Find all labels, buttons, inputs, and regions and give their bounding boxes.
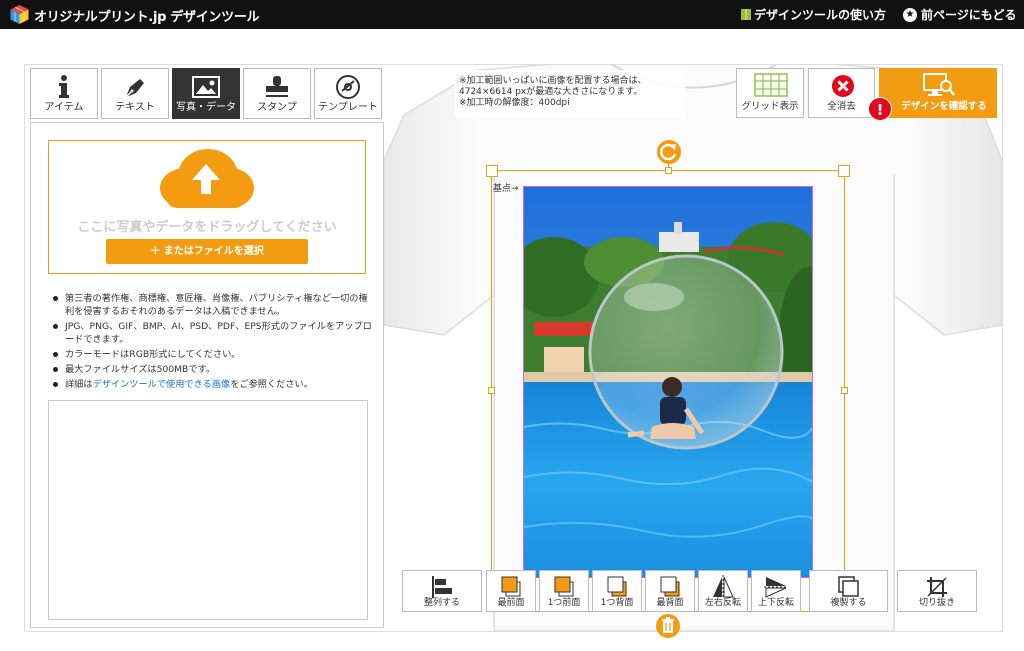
grid-icon	[754, 73, 788, 97]
upload-notes: 第三者の著作権、商標権、意匠権、肖像権、パブリシティ権など一切の権利を侵害するお…	[52, 292, 372, 393]
howto-label: デザインツールの使い方	[754, 8, 887, 22]
note-item: 詳細はデザインツールで使用できる画像をご参照ください。	[52, 378, 372, 391]
note-text: 詳細は	[65, 379, 93, 390]
star-icon: ★	[903, 7, 917, 22]
rotate-handle[interactable]	[657, 140, 681, 164]
bring-forward-label: 1つ前面	[547, 598, 581, 608]
bring-forward-button[interactable]: 1つ前面	[539, 570, 589, 612]
info-icon	[59, 75, 69, 98]
resize-handle-top-mid[interactable]	[665, 167, 672, 174]
duplicate-label: 複製する	[830, 598, 867, 608]
grid-label: グリッド表示	[741, 101, 799, 112]
clear-all-button[interactable]: 全消去	[808, 68, 875, 118]
trash-icon	[662, 617, 674, 633]
base-point-label: 基点→	[493, 184, 519, 194]
disc-icon	[336, 75, 360, 99]
tab-label: テンプレート	[318, 102, 378, 113]
duplicate-button[interactable]: 複製する	[809, 570, 888, 612]
cloud-upload-icon	[160, 149, 254, 208]
back-label: 前ページにもどる	[921, 8, 1017, 22]
send-back-label: 最背面	[656, 598, 684, 608]
note-line: ※加工範囲いっぱいに画像を配置する場合は、	[459, 76, 647, 86]
tab-label: テキスト	[115, 102, 155, 113]
book-icon	[741, 9, 751, 20]
crop-label: 切り抜き	[918, 598, 955, 608]
note-line: 4724×6614 pxが最適な大きさになります。	[459, 87, 643, 97]
top-bar: オリジナルプリント.jp デザインツール デザインツールの使い方 ★ 前ページに…	[0, 0, 1024, 29]
image-list-box[interactable]	[48, 400, 368, 620]
note-item: JPG、PNG、GIF、BMP、AI、PSD、PDF、EPS形式のファイルをアッ…	[52, 320, 372, 346]
bring-front-label: 最前面	[497, 598, 525, 608]
tab-text[interactable]: テキスト	[101, 68, 169, 119]
align-label: 整列する	[423, 598, 460, 608]
note-line: ※加工時の解像度：400dpi	[459, 98, 570, 108]
note-item: 最大ファイルサイズは500MBです。	[52, 363, 372, 376]
crop-button[interactable]: 切り抜き	[897, 570, 977, 612]
confirm-label: デザインを確認する	[901, 101, 987, 112]
image-guide-link[interactable]: デザインツールで使用できる画像	[93, 379, 231, 390]
close-icon	[832, 75, 854, 97]
send-backward-button[interactable]: 1つ背面	[592, 570, 642, 612]
bring-to-front-button[interactable]: 最前面	[486, 570, 536, 612]
delete-handle[interactable]	[656, 614, 680, 638]
image-icon	[192, 76, 220, 98]
resize-handle-top-left[interactable]	[486, 165, 498, 177]
tab-label: 写真・データ	[176, 102, 236, 113]
tab-stamp[interactable]: スタンプ	[243, 68, 311, 119]
monitor-search-icon	[923, 73, 955, 96]
logo-cube-icon[interactable]	[9, 4, 30, 25]
tab-label: スタンプ	[257, 102, 297, 113]
flip-vertical-button[interactable]: 上下反転	[751, 570, 801, 612]
grid-toggle-button[interactable]: グリッド表示	[736, 68, 804, 118]
note-text: をご参照ください。	[230, 379, 313, 390]
flip-horizontal-label: 左右反転	[704, 598, 741, 608]
stamp-icon	[266, 76, 288, 97]
confirm-design-button[interactable]: デザインを確認する	[879, 68, 997, 118]
align-button[interactable]: 整列する	[402, 570, 482, 612]
note-item: 第三者の著作権、商標権、意匠権、肖像権、パブリシティ権など一切の権利を侵害するお…	[52, 292, 372, 318]
tab-photo-data[interactable]: 写真・データ	[172, 68, 240, 119]
tool-tabs: アイテム テキスト 写真・データ スタンプ テンプレート	[30, 68, 384, 120]
selection-frame[interactable]	[491, 170, 845, 612]
back-link[interactable]: ★ 前ページにもどる	[903, 6, 1017, 23]
note-item: カラーモードはRGB形式にしてください。	[52, 348, 372, 361]
logo-text[interactable]: オリジナルプリント.jp デザインツール	[34, 6, 260, 25]
resize-handle-right-mid[interactable]	[841, 387, 848, 394]
resize-handle-left-mid[interactable]	[488, 387, 495, 394]
send-to-back-button[interactable]: 最背面	[645, 570, 695, 612]
alert-icon: !	[868, 97, 892, 121]
resize-handle-top-right[interactable]	[838, 165, 850, 177]
select-file-button[interactable]: ＋ またはファイルを選択	[106, 239, 308, 264]
pen-icon	[125, 79, 144, 98]
rotate-icon	[660, 143, 677, 161]
flip-vertical-label: 上下反転	[757, 598, 794, 608]
drop-text: ここに写真やデータをドラッグしてください	[77, 220, 337, 235]
howto-link[interactable]: デザインツールの使い方	[740, 6, 886, 23]
canvas-note: ※加工範囲いっぱいに画像を配置する場合は、 4724×6614 pxが最適な大き…	[455, 70, 685, 118]
tab-item[interactable]: アイテム	[30, 68, 98, 119]
send-backward-label: 1つ背面	[600, 598, 634, 608]
tab-template[interactable]: テンプレート	[314, 68, 382, 119]
clear-label: 全消去	[827, 101, 856, 112]
tab-label: アイテム	[44, 102, 84, 113]
flip-horizontal-button[interactable]: 左右反転	[698, 570, 748, 612]
